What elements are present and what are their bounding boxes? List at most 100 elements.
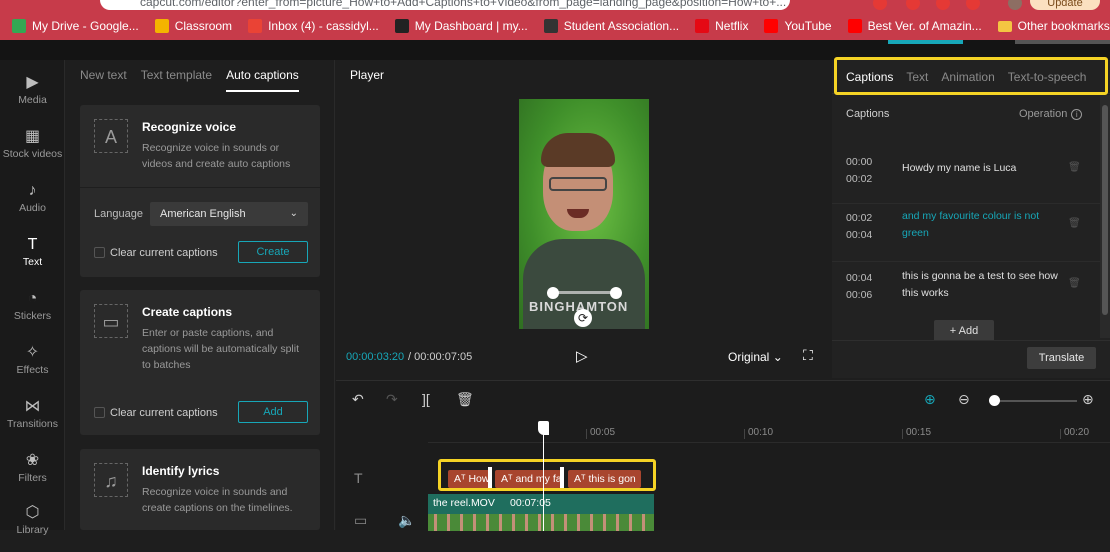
zoom-slider[interactable] [991, 400, 1077, 402]
add-caption-button[interactable]: + Add [934, 320, 994, 342]
trash-icon[interactable]: 🗑 [1068, 162, 1081, 173]
glasses [549, 177, 607, 191]
bookmark[interactable]: My Drive - Google... [12, 19, 139, 33]
resize-handle-left[interactable] [547, 287, 559, 299]
translate-button[interactable]: Translate [1027, 347, 1096, 369]
person-hair [541, 133, 615, 167]
identify-lyrics-card: ♫ Identify lyrics Recognize voice in sou… [80, 449, 320, 530]
rail-item-stock-videos[interactable]: ▦ Stock videos [0, 126, 65, 176]
bookmark[interactable]: Best Ver. of Amazin... [847, 19, 982, 33]
bookmark-icon [12, 19, 26, 33]
video-clip-name: the reel.MOV [433, 497, 495, 509]
other-bookmarks[interactable]: Other bookmarks [997, 19, 1110, 33]
card-description: Recognize voice in sounds or videos and … [142, 142, 291, 170]
create-captions-icon: ▭ [94, 304, 128, 338]
caption-text[interactable]: this is gonna be a test to see how this … [902, 268, 1062, 302]
account-button-edge[interactable] [1015, 40, 1110, 44]
bookmark[interactable]: My Dashboard | my... [394, 19, 528, 33]
bookmark[interactable]: Student Association... [543, 19, 679, 33]
rail-item-audio[interactable]: ♪ Audio [0, 180, 65, 230]
bookmarks-bar: My Drive - Google... Classroom Inbox (4)… [0, 12, 1110, 40]
captions-scrollbar[interactable] [1100, 95, 1110, 338]
redo-icon[interactable]: ↷ [386, 391, 398, 408]
media-icon: ▶ [26, 74, 39, 91]
bookmark[interactable]: Netflix [695, 19, 748, 33]
address-bar[interactable]: capcut.com/editor?enter_from=picture_How… [100, 0, 790, 10]
tab-auto-captions[interactable]: Auto captions [226, 68, 299, 92]
rail-item-library[interactable]: ⬡ Library [0, 502, 65, 552]
update-button[interactable]: Update [1030, 0, 1100, 10]
card-description: Recognize voice in sounds and create cap… [142, 486, 293, 514]
split-icon[interactable]: ][ [422, 391, 430, 407]
rail-item-stickers[interactable]: ◔ Stickers [0, 288, 65, 338]
captions-panel-footer: Translate [832, 340, 1110, 378]
language-select[interactable]: American English ⌄ [150, 202, 308, 226]
rail-item-text[interactable]: T Text [0, 234, 65, 284]
tab-text-template[interactable]: Text template [141, 68, 212, 92]
resize-handle-right[interactable] [610, 287, 622, 299]
ratio-select[interactable]: Original ⌄ [728, 350, 783, 364]
clear-captions-checkbox[interactable] [94, 407, 105, 418]
bookmark-icon [154, 19, 169, 33]
tab-new-text[interactable]: New text [80, 68, 127, 92]
bookmark[interactable]: Classroom [154, 19, 232, 33]
playhead[interactable] [543, 421, 544, 531]
bookmark[interactable]: YouTube [764, 19, 832, 33]
caption-box[interactable] [556, 291, 614, 294]
text-icon: T [27, 236, 38, 253]
text-panel: New text Text template Auto captions A R… [65, 60, 335, 530]
ruler-label: 00:10 [748, 427, 774, 438]
mute-icon[interactable]: 🔈 [398, 512, 415, 529]
rail-item-filters[interactable]: ❀ Filters [0, 450, 65, 500]
recognize-voice-card: A Recognize voice Recognize voice in sou… [80, 105, 320, 277]
caption-text[interactable]: Howdy my name is Luca [902, 160, 1062, 177]
stock-videos-icon: ▦ [24, 128, 41, 145]
caption-time: 00:02 00:04 [846, 212, 873, 241]
create-button[interactable]: Create [238, 241, 308, 263]
zoom-slider-knob[interactable] [989, 395, 1000, 406]
caption-row[interactable]: 00:00 00:02 Howdy my name is Luca 🗑 [832, 148, 1102, 204]
bookmark-icon [847, 19, 862, 33]
card-title: Create captions [142, 305, 233, 319]
trash-icon[interactable]: 🗑 [1068, 218, 1081, 229]
scroll-thumb[interactable] [1102, 105, 1108, 315]
card-title: Recognize voice [142, 120, 237, 134]
play-icon[interactable]: ▷ [576, 347, 588, 365]
video-clip-duration: 00:07:05 [510, 497, 551, 509]
bookmark[interactable]: Inbox (4) - cassidyl... [248, 19, 379, 33]
video-clip[interactable]: the reel.MOV 00:07:05 [428, 494, 654, 531]
ruler-label: 00:05 [590, 427, 616, 438]
info-icon[interactable]: i [1071, 109, 1083, 120]
add-button[interactable]: Add [238, 401, 308, 423]
rail-item-media[interactable]: ▶ Media [0, 72, 65, 122]
export-button-edge[interactable] [888, 40, 963, 44]
trash-icon[interactable]: 🗑 [1068, 278, 1081, 289]
stickers-icon: ◔ [27, 290, 38, 307]
magnet-icon[interactable]: ⊕ [924, 391, 936, 408]
caption-row[interactable]: 00:02 00:04 and my favourite colour is no… [832, 204, 1102, 262]
caption-row[interactable]: 00:04 00:06 this is gonna be a test to se… [832, 264, 1102, 320]
video-track-icon: ▭ [354, 512, 368, 528]
timeline-ruler[interactable]: 00:05 00:10 00:15 00:20 [428, 419, 1110, 443]
card-description: Enter or paste captions, and captions wi… [142, 327, 299, 371]
chevron-down-icon: ⌄ [289, 208, 298, 219]
undo-icon[interactable]: ↶ [352, 391, 364, 408]
captions-column-header: Captions [846, 108, 890, 120]
recognize-voice-icon: A [94, 119, 128, 153]
clear-captions-checkbox[interactable] [94, 247, 105, 258]
video-preview[interactable]: BINGHAMTON ⟳ [519, 99, 649, 329]
video-thumbnails [428, 514, 654, 531]
playhead-handle[interactable] [538, 421, 549, 435]
zoom-out-icon[interactable]: ⊖ [958, 391, 970, 408]
caption-text[interactable]: and my favourite colour is not green [902, 208, 1062, 242]
delete-icon[interactable]: 🗑 [456, 391, 474, 408]
zoom-in-icon[interactable]: ⊕ [1082, 391, 1094, 408]
bookmark-icon [764, 19, 779, 33]
chevron-down-icon: ⌄ [772, 350, 783, 364]
rail-item-effects[interactable]: ✧ Effects [0, 342, 65, 392]
rotate-icon[interactable]: ⟳ [574, 309, 592, 327]
rail-item-transitions[interactable]: ⋈ Transitions [0, 396, 65, 446]
fullscreen-icon[interactable]: ⛶ [803, 347, 813, 364]
bookmark-icon [543, 19, 558, 33]
effects-icon: ✧ [25, 344, 40, 361]
